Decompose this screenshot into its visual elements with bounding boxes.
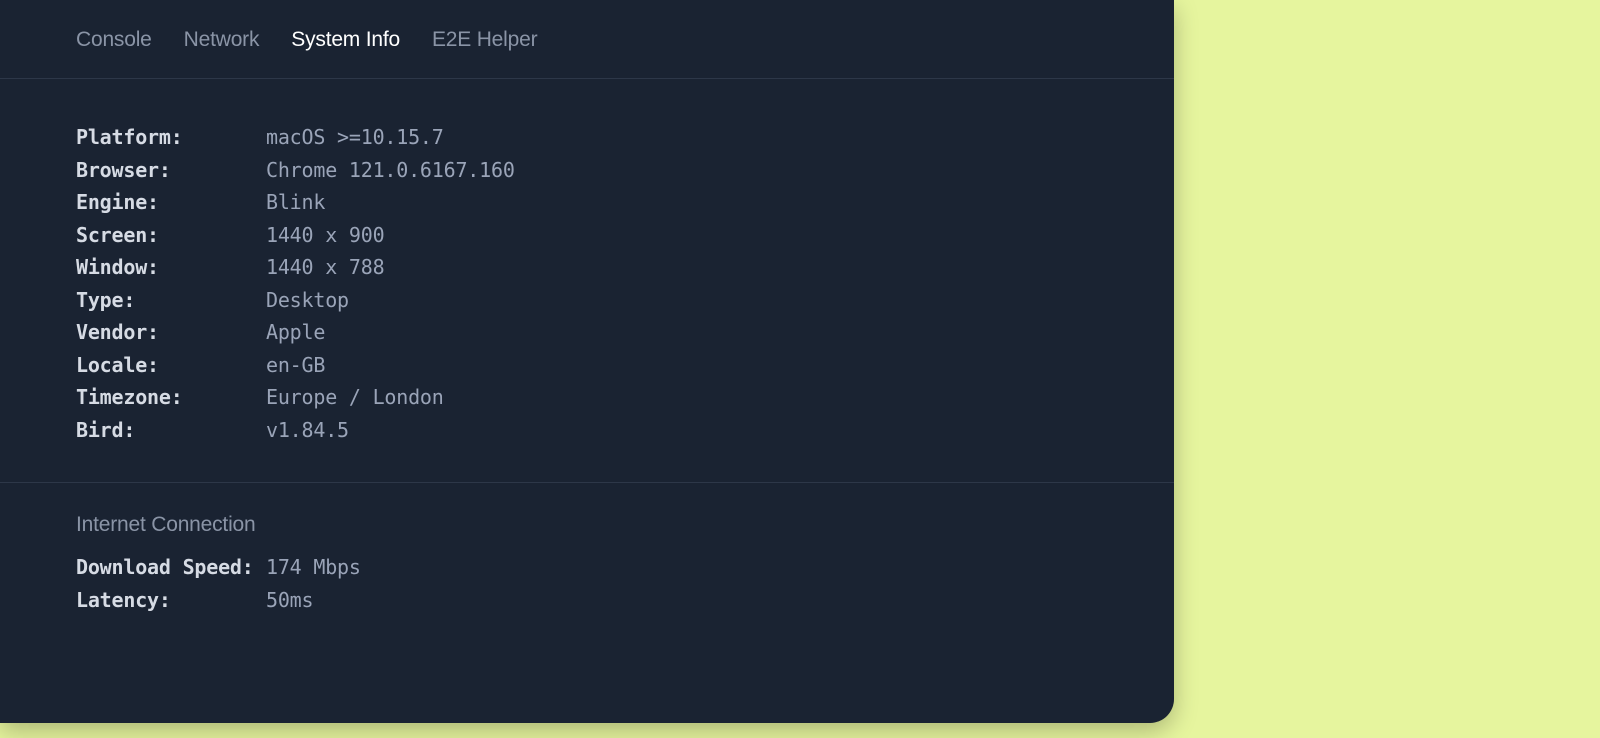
- value-download-speed: 174 Mbps: [266, 551, 361, 584]
- value-browser: Chrome 121.0.6167.160: [266, 154, 515, 187]
- value-platform: macOS >=10.15.7: [266, 121, 444, 154]
- row-platform: Platform: macOS >=10.15.7: [76, 121, 1098, 154]
- value-type: Desktop: [266, 284, 349, 317]
- value-latency: 50ms: [266, 584, 313, 617]
- tab-e2e-helper[interactable]: E2E Helper: [432, 28, 537, 52]
- row-type: Type: Desktop: [76, 284, 1098, 317]
- connection-section-title: Internet Connection: [0, 483, 1174, 551]
- tab-network[interactable]: Network: [184, 28, 260, 52]
- label-vendor: Vendor:: [76, 316, 266, 349]
- label-download-speed: Download Speed:: [76, 551, 266, 584]
- label-bird: Bird:: [76, 414, 266, 447]
- label-engine: Engine:: [76, 186, 266, 219]
- system-info-list: Platform: macOS >=10.15.7 Browser: Chrom…: [0, 79, 1174, 483]
- devtools-panel: Console Network System Info E2E Helper P…: [0, 0, 1174, 723]
- row-timezone: Timezone: Europe / London: [76, 381, 1098, 414]
- value-engine: Blink: [266, 186, 325, 219]
- row-screen: Screen: 1440 x 900: [76, 219, 1098, 252]
- label-timezone: Timezone:: [76, 381, 266, 414]
- label-platform: Platform:: [76, 121, 266, 154]
- row-engine: Engine: Blink: [76, 186, 1098, 219]
- row-vendor: Vendor: Apple: [76, 316, 1098, 349]
- label-type: Type:: [76, 284, 266, 317]
- label-browser: Browser:: [76, 154, 266, 187]
- value-locale: en-GB: [266, 349, 325, 382]
- value-window: 1440 x 788: [266, 251, 384, 284]
- connection-info-list: Download Speed: 174 Mbps Latency: 50ms: [0, 551, 1174, 656]
- label-window: Window:: [76, 251, 266, 284]
- label-locale: Locale:: [76, 349, 266, 382]
- tab-bar: Console Network System Info E2E Helper: [0, 0, 1174, 79]
- label-latency: Latency:: [76, 584, 266, 617]
- value-timezone: Europe / London: [266, 381, 444, 414]
- tab-console[interactable]: Console: [76, 28, 152, 52]
- value-vendor: Apple: [266, 316, 325, 349]
- row-bird: Bird: v1.84.5: [76, 414, 1098, 447]
- row-latency: Latency: 50ms: [76, 584, 1098, 617]
- value-bird: v1.84.5: [266, 414, 349, 447]
- value-screen: 1440 x 900: [266, 219, 384, 252]
- tab-system-info[interactable]: System Info: [291, 28, 400, 52]
- row-window: Window: 1440 x 788: [76, 251, 1098, 284]
- label-screen: Screen:: [76, 219, 266, 252]
- row-download-speed: Download Speed: 174 Mbps: [76, 551, 1098, 584]
- row-locale: Locale: en-GB: [76, 349, 1098, 382]
- row-browser: Browser: Chrome 121.0.6167.160: [76, 154, 1098, 187]
